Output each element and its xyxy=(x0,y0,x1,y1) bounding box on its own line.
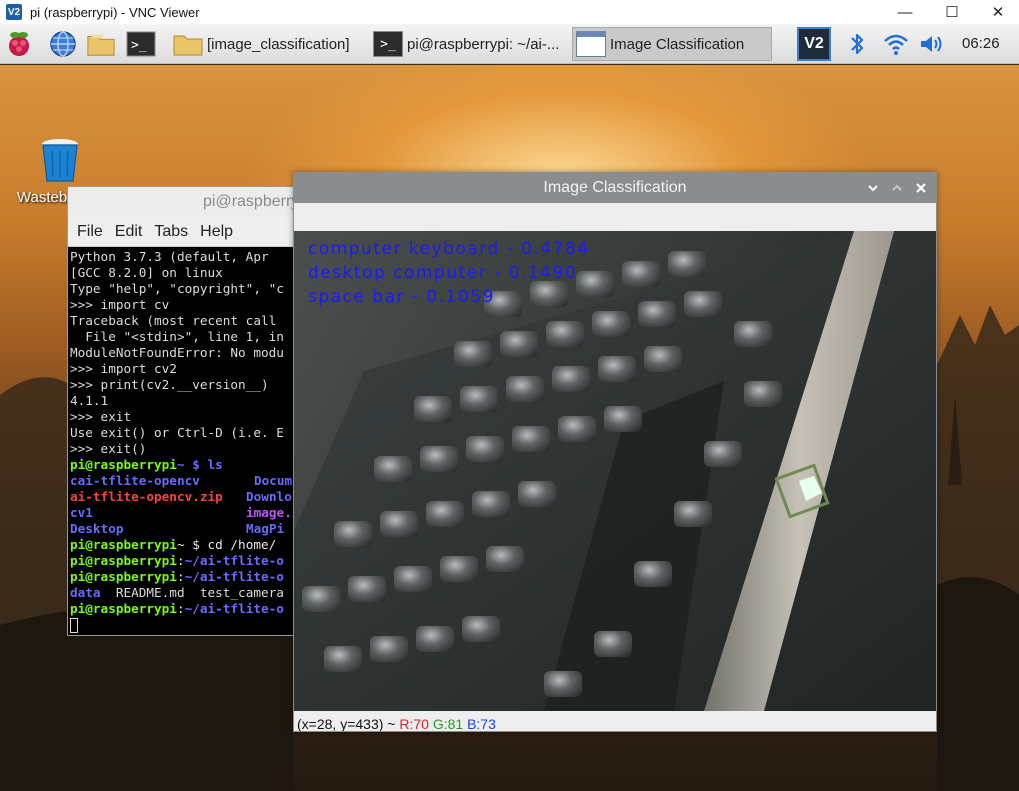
terminal-line: pi@raspberrypi:~/ai-tflite-o xyxy=(70,569,284,584)
taskbar: >_ [image_classification] >_ pi@raspberr… xyxy=(0,24,1019,64)
ls-entry: Desktop xyxy=(70,521,124,536)
cursor-coordinates: (x=28, y=433) ~ xyxy=(297,716,400,731)
terminal-line: [GCC 8.2.0] on linux xyxy=(70,265,223,280)
terminal-output[interactable]: Python 3.7.3 (default, Apr [GCC 8.2.0] on… xyxy=(68,247,306,633)
svg-text:>_: >_ xyxy=(131,38,147,53)
ls-entry: cv1 xyxy=(70,505,93,520)
terminal-line: >>> exit xyxy=(70,409,132,424)
terminal-line: Use exit() or Ctrl-D (i.e. E xyxy=(70,425,284,440)
chevron-down-icon[interactable] xyxy=(865,180,881,196)
terminal-menubar: File Edit Tabs Help xyxy=(68,217,306,247)
task-label: Image Classification xyxy=(610,35,745,53)
terminal-line: pi@raspberrypi~ $ ls xyxy=(70,457,306,473)
prediction-2: desktop computer - 0.1490 xyxy=(308,263,578,283)
image-window-titlebar[interactable]: Image Classification xyxy=(294,173,936,203)
terminal-line xyxy=(70,617,306,633)
ls-entry: image. xyxy=(246,505,292,520)
prompt-user: pi@raspberrypi xyxy=(70,537,177,552)
terminal-line: Desktop MagPi xyxy=(70,521,306,537)
chevron-up-icon[interactable] xyxy=(889,180,905,196)
vnc-server-icon[interactable]: V2 xyxy=(797,27,831,61)
menu-tabs[interactable]: Tabs xyxy=(154,223,188,241)
terminal-line: >>> exit() xyxy=(70,441,147,456)
prompt-cmd: ~ $ ls xyxy=(176,457,223,472)
pixel-blue-value: B:73 xyxy=(467,716,496,731)
raspberry-menu-icon[interactable] xyxy=(4,29,34,59)
prompt-cmd: ~ $ cd /home/ xyxy=(176,537,277,552)
prompt-path: ~/ai-tflite-o xyxy=(184,553,284,568)
terminal-window[interactable]: pi@raspberrypi File Edit Tabs Help Pytho… xyxy=(67,186,307,636)
ls-entry: ai-tflite-opencv.zip xyxy=(70,489,223,504)
image-classification-window[interactable]: Image Classification computer keyboard -… xyxy=(293,172,937,732)
terminal-line: ModuleNotFoundError: No modu xyxy=(70,345,284,360)
terminal-icon: >_ xyxy=(373,31,403,57)
ls-entry: cai-tflite-opencv xyxy=(70,473,200,488)
prompt-path: ~/ai-tflite-o xyxy=(184,601,284,616)
web-browser-icon[interactable] xyxy=(48,29,78,59)
ls-entry: README.md test_camera xyxy=(100,585,284,600)
terminal-launcher-icon[interactable]: >_ xyxy=(126,29,156,59)
prediction-3: space bar - 0.1059 xyxy=(308,287,495,307)
terminal-line: pi@raspberrypi:~/ai-tflite-o xyxy=(70,553,284,568)
terminal-line: cv1 image. xyxy=(70,505,306,521)
trash-icon xyxy=(40,137,80,183)
terminal-line: >>> import cv xyxy=(70,297,170,312)
minimize-button[interactable]: — xyxy=(882,0,928,24)
terminal-titlebar[interactable]: pi@raspberrypi xyxy=(68,187,306,217)
window-icon xyxy=(576,31,606,57)
vnc-titlebar: V2 pi (raspberrypi) - VNC Viewer — ☐ ✕ xyxy=(0,0,1019,24)
prompt-user: pi@raspberrypi xyxy=(70,457,177,472)
menu-file[interactable]: File xyxy=(77,223,103,241)
task-image-classification-folder[interactable]: [image_classification] xyxy=(170,27,366,61)
pixel-status-bar: (x=28, y=433) ~ R:70 G:81 B:73 xyxy=(294,713,936,731)
close-button[interactable]: ✕ xyxy=(975,0,1019,24)
terminal-cursor xyxy=(70,618,78,633)
task-terminal[interactable]: >_ pi@raspberrypi: ~/ai-... xyxy=(370,27,570,61)
ls-entry: data xyxy=(70,585,101,600)
folder-icon xyxy=(173,32,203,56)
terminal-line: Python 3.7.3 (default, Apr xyxy=(70,249,269,264)
maximize-button[interactable]: ☐ xyxy=(929,0,975,24)
vnc-window-title: pi (raspberrypi) - VNC Viewer xyxy=(30,4,200,20)
terminal-line: >>> print(cv2.__version__) xyxy=(70,377,269,392)
ls-entry: MagPi xyxy=(246,521,285,536)
task-label: pi@raspberrypi: ~/ai-... xyxy=(407,35,560,53)
terminal-line: data README.md test_camera xyxy=(70,585,306,601)
clock: 06:26 xyxy=(962,35,1000,52)
terminal-line: Traceback (most recent call xyxy=(70,313,277,328)
prediction-1: computer keyboard - 0.4784 xyxy=(308,239,590,259)
ls-entry: Docum xyxy=(254,473,293,488)
bluetooth-icon[interactable] xyxy=(842,29,872,59)
menu-edit[interactable]: Edit xyxy=(115,223,143,241)
camera-feed[interactable]: computer keyboard - 0.4784 desktop compu… xyxy=(294,231,936,711)
prompt-user: pi@raspberrypi xyxy=(70,553,177,568)
task-image-classification-window[interactable]: Image Classification xyxy=(572,27,772,61)
ls-entry: Downlo xyxy=(246,489,292,504)
wifi-icon[interactable] xyxy=(881,29,911,59)
terminal-line: Type "help", "copyright", "c xyxy=(70,281,284,296)
terminal-line: ai-tflite-opencv.zip Downlo xyxy=(70,489,306,505)
terminal-line: 4.1.1 xyxy=(70,393,109,408)
volume-icon[interactable] xyxy=(917,29,947,59)
terminal-line: >>> import cv2 xyxy=(70,361,177,376)
prompt-user: pi@raspberrypi xyxy=(70,569,177,584)
vnc-logo-icon: V2 xyxy=(6,4,22,20)
menu-help[interactable]: Help xyxy=(200,223,233,241)
image-window-title: Image Classification xyxy=(543,179,687,196)
file-manager-icon[interactable] xyxy=(86,29,116,59)
terminal-line: pi@raspberrypi~ $ cd /home/ xyxy=(70,537,306,553)
pixel-red-value: R:70 xyxy=(399,716,429,731)
terminal-line: File "<stdin>", line 1, in xyxy=(70,329,284,344)
terminal-line: cai-tflite-opencv Docum xyxy=(70,473,306,489)
prompt-user: pi@raspberrypi xyxy=(70,601,177,616)
close-icon[interactable] xyxy=(913,180,929,196)
task-label: [image_classification] xyxy=(207,35,350,53)
terminal-line: pi@raspberrypi:~/ai-tflite-o xyxy=(70,601,284,616)
prompt-path: ~/ai-tflite-o xyxy=(184,569,284,584)
pixel-green-value: G:81 xyxy=(432,716,464,731)
